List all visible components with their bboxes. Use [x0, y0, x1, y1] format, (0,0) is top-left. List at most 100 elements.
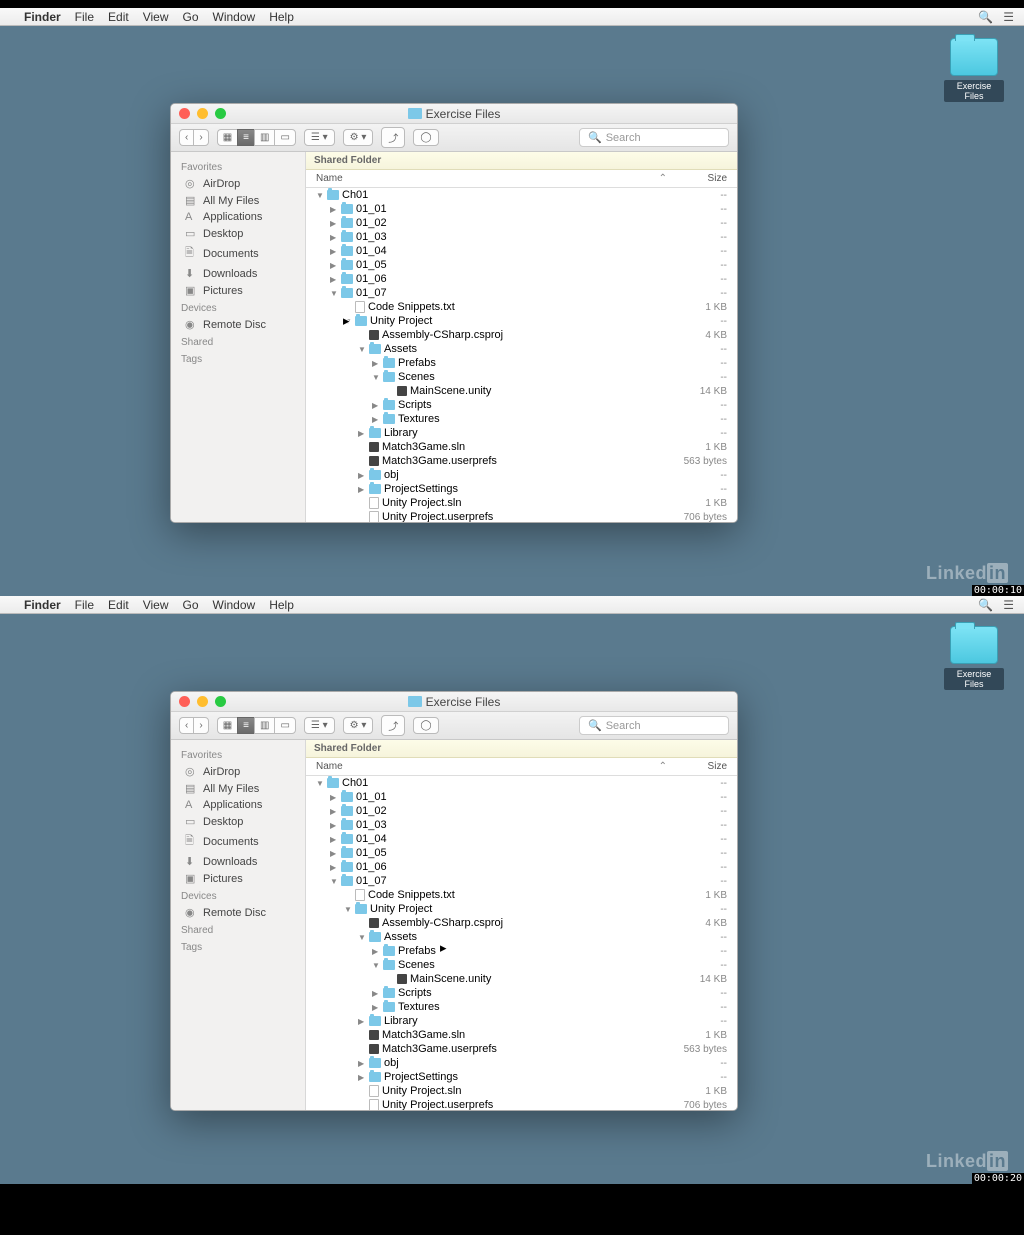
file-row[interactable]: Match3Game.userprefs563 bytes [306, 454, 737, 468]
file-row[interactable]: ▶ProjectSettings-- [306, 482, 737, 496]
file-row[interactable]: ▶01_06-- [306, 860, 737, 874]
disclosure-icon[interactable]: ▶ [358, 1059, 366, 1068]
menu-view[interactable]: View [143, 10, 169, 24]
disclosure-icon[interactable]: ▼ [316, 191, 324, 200]
disclosure-icon[interactable]: ▶ [330, 793, 338, 802]
search-input[interactable]: 🔍 Search [579, 716, 729, 735]
sidebar-item[interactable]: 🗎Documents [171, 830, 305, 853]
disclosure-icon[interactable]: ▶ [358, 1017, 366, 1026]
sidebar-item[interactable]: 🗎Documents [171, 242, 305, 265]
file-row[interactable]: ▶Textures-- [306, 1000, 737, 1014]
sidebar-item[interactable]: ▭Desktop [171, 813, 305, 830]
disclosure-icon[interactable]: ▶ [372, 989, 380, 998]
menu-edit[interactable]: Edit [108, 598, 129, 612]
file-row[interactable]: ▼Assets-- [306, 342, 737, 356]
menubar-app-name[interactable]: Finder [24, 10, 61, 24]
file-row[interactable]: ▶Textures-- [306, 412, 737, 426]
file-row[interactable]: ▼01_07-- [306, 286, 737, 300]
spotlight-icon[interactable]: 🔍 [978, 10, 993, 24]
disclosure-icon[interactable]: ▼ [344, 905, 352, 914]
disclosure-icon[interactable]: ▼ [330, 877, 338, 886]
back-button[interactable]: ‹ [179, 129, 193, 146]
disclosure-icon[interactable]: ▶ [330, 821, 338, 830]
action-button[interactable]: ⚙ ▾ [343, 717, 374, 734]
file-row[interactable]: ▶Library-- [306, 1014, 737, 1028]
file-row[interactable]: ▶01_04-- [306, 244, 737, 258]
coverflow-view-button[interactable]: ▭ [274, 129, 295, 146]
disclosure-icon[interactable]: ▼ [358, 933, 366, 942]
close-button[interactable] [179, 108, 190, 119]
sidebar-item[interactable]: ⬇Downloads [171, 265, 305, 282]
file-row[interactable]: ▶obj-- [306, 1056, 737, 1070]
column-view-button[interactable]: ▥ [254, 717, 274, 734]
file-row[interactable]: Unity Project.userprefs706 bytes [306, 1098, 737, 1110]
sidebar-item[interactable]: ◉Remote Disc [171, 904, 305, 921]
file-row[interactable]: ▶01_03-- [306, 230, 737, 244]
action-button[interactable]: ⚙ ▾ [343, 129, 374, 146]
close-button[interactable] [179, 696, 190, 707]
sidebar-item[interactable]: ◎AirDrop [171, 763, 305, 780]
menu-help[interactable]: Help [269, 10, 294, 24]
list-view-button[interactable]: ≡ [237, 717, 254, 734]
disclosure-icon[interactable]: ▶ [372, 947, 380, 956]
icon-view-button[interactable]: ▦ [217, 129, 237, 146]
disclosure-icon[interactable]: ▶ [330, 863, 338, 872]
forward-button[interactable]: › [193, 717, 208, 734]
file-row[interactable]: ▶obj-- [306, 468, 737, 482]
file-row[interactable]: ▶01_06-- [306, 272, 737, 286]
file-row[interactable]: ▶01_04-- [306, 832, 737, 846]
file-row[interactable]: Assembly-CSharp.csproj4 KB [306, 916, 737, 930]
sidebar-item[interactable]: ▤All My Files [171, 192, 305, 209]
disclosure-icon[interactable]: ▶ [330, 247, 338, 256]
col-name[interactable]: Name [316, 173, 659, 184]
maximize-button[interactable] [215, 696, 226, 707]
disclosure-icon[interactable]: ▶ [358, 1073, 366, 1082]
disclosure-icon[interactable]: ▶ [330, 807, 338, 816]
disclosure-icon[interactable]: ▶ [372, 359, 380, 368]
tags-button[interactable]: ◯ [413, 717, 438, 734]
forward-button[interactable]: › [193, 129, 208, 146]
menu-edit[interactable]: Edit [108, 10, 129, 24]
disclosure-icon[interactable]: ▶ [330, 835, 338, 844]
file-row[interactable]: ▼Scenes-- [306, 370, 737, 384]
spotlight-icon[interactable]: 🔍 [978, 598, 993, 612]
window-titlebar[interactable]: Exercise Files [171, 104, 737, 124]
arrange-button[interactable]: ☰ ▾ [304, 717, 335, 734]
file-row[interactable]: Match3Game.sln1 KB [306, 1028, 737, 1042]
back-button[interactable]: ‹ [179, 717, 193, 734]
file-row[interactable]: Match3Game.sln1 KB [306, 440, 737, 454]
disclosure-icon[interactable]: ▶ [358, 485, 366, 494]
col-name[interactable]: Name [316, 761, 659, 772]
disclosure-icon[interactable]: ▼ [358, 345, 366, 354]
file-row[interactable]: ▶Library-- [306, 426, 737, 440]
disclosure-icon[interactable]: ▶ [330, 849, 338, 858]
menu-view[interactable]: View [143, 598, 169, 612]
window-titlebar[interactable]: Exercise Files [171, 692, 737, 712]
file-row[interactable]: ▶Prefabs-- [306, 356, 737, 370]
sidebar-item[interactable]: ⬇Downloads [171, 853, 305, 870]
disclosure-icon[interactable]: ▶ [330, 205, 338, 214]
file-row[interactable]: Assembly-CSharp.csproj4 KB [306, 328, 737, 342]
file-row[interactable]: ▶01_01-- [306, 790, 737, 804]
menu-go[interactable]: Go [183, 598, 199, 612]
coverflow-view-button[interactable]: ▭ [274, 717, 295, 734]
menu-window[interactable]: Window [213, 598, 256, 612]
disclosure-icon[interactable]: ▶ [330, 261, 338, 270]
sidebar-item[interactable]: AApplications [171, 209, 305, 225]
disclosure-icon[interactable]: ▼ [372, 373, 380, 382]
file-row[interactable]: Match3Game.userprefs563 bytes [306, 1042, 737, 1056]
share-button[interactable]: ⤴ [381, 715, 405, 736]
icon-view-button[interactable]: ▦ [217, 717, 237, 734]
file-row[interactable]: ▼Scenes-- [306, 958, 737, 972]
menu-go[interactable]: Go [183, 10, 199, 24]
file-row[interactable]: ▶01_02-- [306, 216, 737, 230]
menu-window[interactable]: Window [213, 10, 256, 24]
file-row[interactable]: ▼Unity Project-- [306, 902, 737, 916]
disclosure-icon[interactable]: ▶ [372, 1003, 380, 1012]
sidebar-item[interactable]: ▭Desktop [171, 225, 305, 242]
sidebar-item[interactable]: ◎AirDrop [171, 175, 305, 192]
file-row[interactable]: ▼Ch01-- [306, 776, 737, 790]
file-row[interactable]: MainScene.unity14 KB [306, 384, 737, 398]
file-row[interactable]: ▼Unity Project-- [306, 314, 737, 328]
file-row[interactable]: Unity Project.sln1 KB [306, 496, 737, 510]
